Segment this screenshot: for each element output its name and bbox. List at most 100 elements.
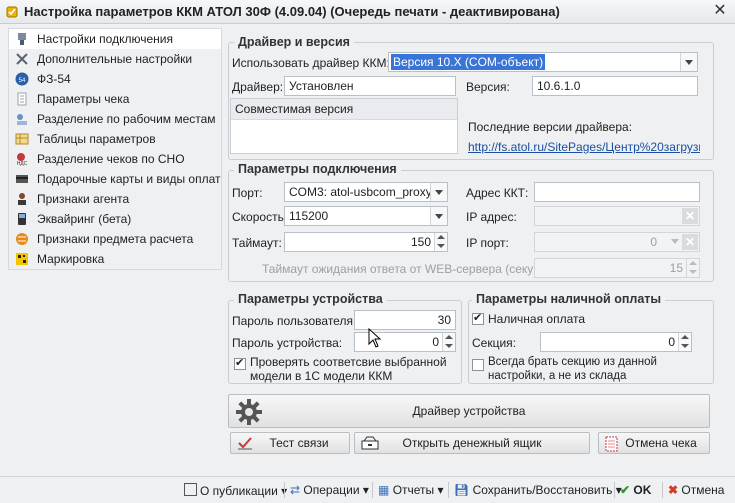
cash-payment-checkbox[interactable] [472,311,484,325]
section-field[interactable]: 0 [540,332,692,352]
save-restore-label: Сохранить/Восстановить [472,483,613,497]
sidebar-item-connection[interactable]: Настройки подключения [9,29,221,49]
speed-select[interactable]: 115200 [284,206,448,226]
chevron-down-icon: ▾ [359,483,369,497]
timeout-field[interactable]: 150 [284,232,448,252]
check-model-label: Проверять соответсвие выбранной модели в… [250,355,447,383]
workplace-icon [17,114,27,125]
check-model-checkbox[interactable] [234,356,246,370]
cancel-receipt-icon [605,436,618,452]
sidebar-item-label: Эквайринг (бета) [37,212,132,226]
checkmark-icon: ✔ [620,483,631,497]
svg-text:НДС: НДС [17,161,28,166]
driver-download-link[interactable]: http://fs.atol.ru/SitePages/Центр%20загр… [468,140,700,154]
publication-menu[interactable]: О публикации ▾ [184,483,287,498]
device-password-label: Пароль устройства: [232,336,343,350]
timeout-label: Таймаут: [232,236,282,250]
cash-payment-label: Наличная оплата [488,312,586,326]
sidebar-item-additional[interactable]: Дополнительные настройки [9,49,221,69]
cancel-receipt-label: Отмена чека [625,436,697,450]
version-field: 10.6.1.0 [532,76,698,96]
ip-address-field: ✕ [534,206,700,226]
chevron-down-icon[interactable] [430,207,447,225]
web-timeout-value: 15 [669,261,683,275]
toolbar-divider [448,482,449,498]
sidebar-item-gift-cards[interactable]: Подарочные карты и виды оплат [9,169,221,189]
svg-text:54: 54 [19,78,26,84]
sidebar-item-label: Разделение по рабочим местам [37,112,216,126]
cancel-receipt-button[interactable]: Отмена чека [598,432,710,454]
sidebar-item-receipt[interactable]: Параметры чека [9,89,221,109]
cash-group-title: Параметры наличной оплаты [472,292,666,306]
spinner-icon [686,259,699,277]
device-driver-button[interactable]: Драйвер устройства [228,394,710,428]
mouse-cursor-icon [368,328,382,348]
operations-icon: ⇄ [290,483,301,497]
save-restore-menu[interactable]: 💾︎ Сохранить/Восстановить ▾ [454,483,622,497]
spinner-icon[interactable] [434,233,447,251]
reports-menu[interactable]: ▦ Отчеты ▾ [378,483,444,497]
cash-drawer-icon [361,436,379,450]
open-cash-drawer-button[interactable]: Открыть денежный ящик [354,432,590,454]
title-bar: Настройка параметров ККМ АТОЛ 30Ф (4.09.… [0,0,735,24]
latest-versions-link[interactable]: http://fs.atol.ru/SitePages/Центр%20загр… [468,140,700,154]
sidebar-item-label: Таблицы параметров [37,132,156,146]
chevron-down-icon[interactable] [430,183,447,201]
operations-label: Операции [303,483,360,497]
reports-label: Отчеты [392,483,435,497]
chevron-down-icon [671,239,679,244]
plug-icon [18,33,26,45]
sidebar-item-acquiring[interactable]: Эквайринг (бета) [9,209,221,229]
always-section-checkbox[interactable] [472,359,484,371]
port-label: Порт: [232,186,263,200]
sidebar-item-label: Признаки агента [37,192,130,206]
table-icon [15,133,29,145]
port-select[interactable]: COM3: atol-usbcom_proxy1 [284,182,448,202]
chevron-down-icon: ▾ [277,484,288,498]
spinner-icon[interactable] [442,333,455,351]
settings-icon [6,6,18,18]
sidebar-item-tables[interactable]: Таблицы параметров [9,129,221,149]
sidebar-item-workplaces[interactable]: Разделение по рабочим местам [9,109,221,129]
cards-icon [16,175,28,183]
sidebar-item-fz54[interactable]: 54 ФЗ-54 [9,69,221,89]
open-cash-drawer-label: Открыть денежный ящик [402,436,542,450]
clear-icon: ✕ [682,234,698,250]
sidebar-item-sno[interactable]: НДС Разделение чеков по СНО [9,149,221,169]
cancel-button[interactable]: ✖ Отмена [668,483,724,497]
compat-list-header: Совместимая версия [231,99,457,120]
sidebar-item-calc-subject[interactable]: Признаки предмета расчета [9,229,221,249]
ok-button[interactable]: ✔ OK [620,483,651,497]
user-password-field[interactable]: 30 [354,310,456,330]
section-label: Секция: [472,336,516,350]
sidebar-item-label: Признаки предмета расчета [37,232,194,246]
operations-menu[interactable]: ⇄ Операции ▾ [290,483,369,497]
use-driver-select[interactable]: Версия 10.X (COM-объект) [388,52,698,72]
chevron-down-icon[interactable] [680,53,697,71]
test-connection-button[interactable]: Тест связи [230,432,350,454]
sidebar-item-label: Подарочные карты и виды оплат [37,172,221,186]
vat-icon: НДС [17,153,28,166]
reports-icon: ▦ [378,483,390,497]
coins-icon [16,233,28,245]
toolbar-divider [614,482,615,498]
cancel-label: Отмена [681,483,725,497]
kkt-address-field[interactable] [534,182,700,202]
driver-field: Установлен [284,76,456,96]
device-group-title: Параметры устройства [234,292,387,306]
compat-list[interactable]: Совместимая версия [230,98,458,154]
tools-icon [16,53,28,65]
fz54-icon: 54 [15,72,29,86]
chevron-down-icon: ▾ [434,483,444,497]
save-icon: 💾︎ [454,483,470,497]
speed-label: Скорость: [232,210,288,224]
gear-icon [236,399,262,425]
kkt-address-label: Адрес ККТ: [466,186,529,200]
timeout-value: 150 [410,235,431,249]
close-icon[interactable]: ✕ [711,2,729,20]
spinner-icon[interactable] [678,333,691,351]
sidebar-item-agent[interactable]: Признаки агента [9,189,221,209]
toolbar-divider [662,482,663,498]
sidebar-item-marking[interactable]: Маркировка [9,249,221,269]
web-timeout-label: Таймаут ожидания ответа от WEB-сервера (… [262,262,555,276]
